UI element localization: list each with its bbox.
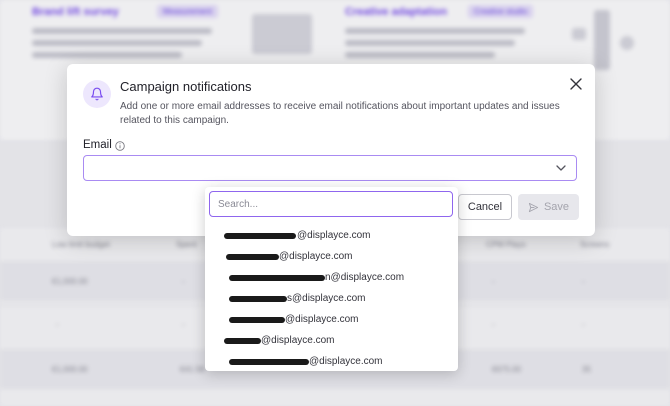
send-icon	[528, 202, 539, 212]
redacted-mask	[224, 338, 261, 344]
modal-description: Add one or more email addresses to recei…	[120, 101, 560, 126]
option-email: n@displayce.com	[325, 272, 405, 283]
dropdown-option[interactable]: n@displayce.com	[205, 269, 458, 289]
option-email: @displayce.com	[279, 251, 353, 262]
dropdown-option[interactable]: @displayce.com	[205, 311, 458, 331]
redacted-mask	[226, 254, 279, 260]
email-select[interactable]	[83, 155, 577, 181]
email-dropdown: @displayce.com @displayce.com n@displayc…	[205, 187, 458, 371]
search-input[interactable]	[209, 191, 453, 217]
option-email: s@displayce.com	[287, 293, 366, 304]
redacted-mask	[229, 275, 325, 281]
cancel-button[interactable]: Cancel	[458, 194, 512, 220]
close-icon[interactable]	[567, 75, 585, 93]
dropdown-option[interactable]: @displayce.com	[205, 248, 458, 268]
modal-title: Campaign notifications	[120, 79, 252, 94]
redacted-mask	[229, 296, 287, 302]
info-icon[interactable]	[115, 141, 125, 151]
option-email: @displayce.com	[285, 314, 359, 325]
save-label: Save	[543, 201, 570, 213]
redacted-mask	[224, 233, 296, 239]
option-email: @displayce.com	[297, 230, 371, 241]
bell-icon	[83, 80, 111, 108]
chevron-down-icon	[556, 165, 566, 171]
save-button[interactable]: Save	[518, 194, 579, 220]
option-email: @displayce.com	[309, 356, 383, 367]
email-label: Email	[83, 139, 112, 151]
redacted-mask	[229, 317, 285, 323]
option-email: @displayce.com	[261, 335, 335, 346]
dropdown-option[interactable]: @displayce.com	[205, 332, 458, 352]
dropdown-option[interactable]: @displayce.com	[205, 227, 458, 247]
dropdown-option[interactable]: s@displayce.com	[205, 290, 458, 310]
redacted-mask	[229, 359, 309, 365]
dropdown-option[interactable]: @displayce.com	[205, 353, 458, 373]
